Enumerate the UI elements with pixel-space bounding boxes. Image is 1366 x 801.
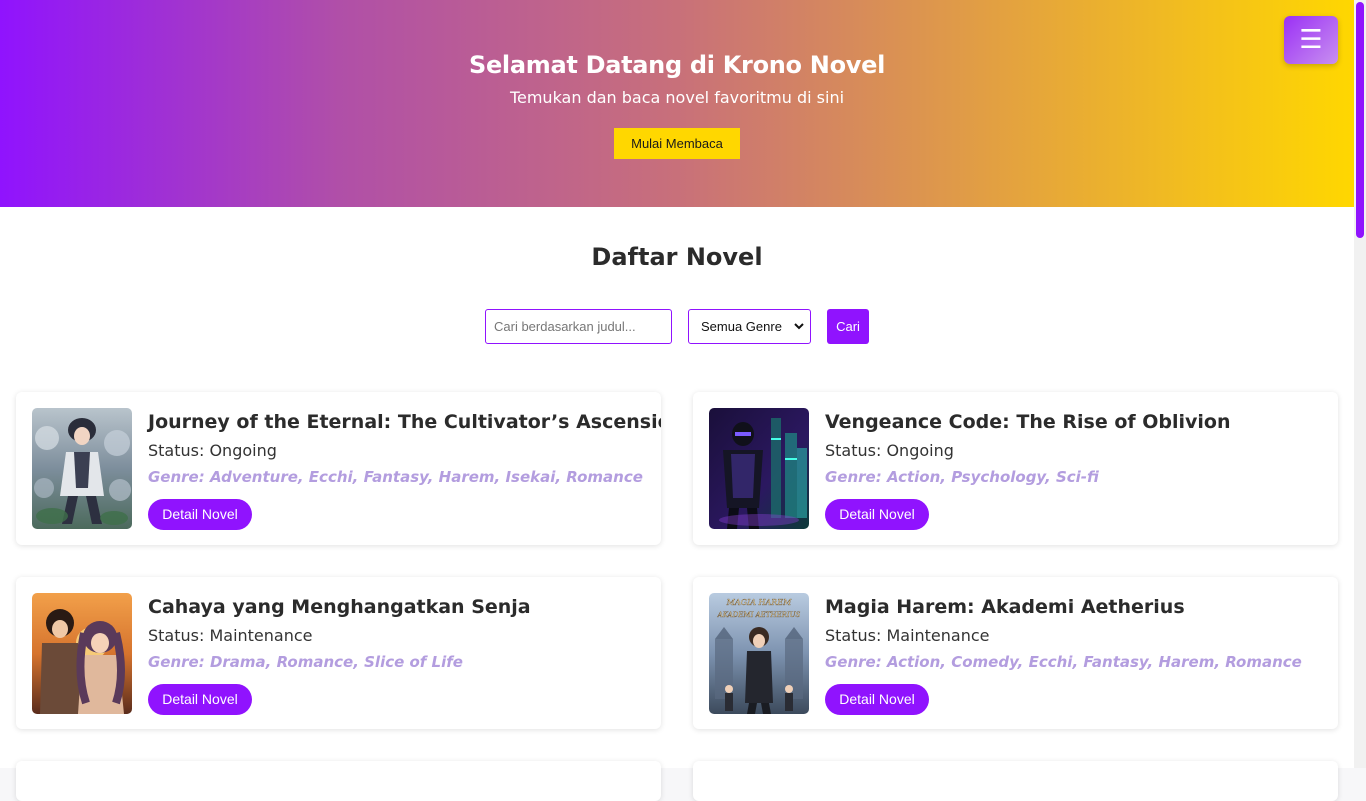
novel-genre: Genre: Adventure, Ecchi, Fantasy, Harem,… bbox=[148, 468, 643, 486]
scrollbar-thumb[interactable] bbox=[1356, 2, 1364, 238]
genre-select[interactable]: Semua Genre bbox=[688, 309, 811, 344]
novel-card: MAGIA HAREM AKADEMI AETHERIUS Magia Hare… bbox=[693, 577, 1338, 729]
cover-lettering: AKADEMI AETHERIUS bbox=[717, 611, 801, 619]
detail-novel-button[interactable]: Detail Novel bbox=[148, 684, 252, 715]
detail-novel-button[interactable]: Detail Novel bbox=[148, 499, 252, 530]
novel-title[interactable]: Vengeance Code: The Rise of Oblivion bbox=[825, 411, 1231, 433]
chevron-down-icon bbox=[794, 310, 804, 357]
hero-banner: Selamat Datang di Krono Novel Temukan da… bbox=[0, 0, 1354, 207]
detail-novel-button[interactable]: Detail Novel bbox=[825, 499, 929, 530]
hamburger-menu-button[interactable]: ☰ bbox=[1284, 16, 1338, 64]
section-title: Daftar Novel bbox=[591, 243, 763, 271]
novel-genre: Genre: Drama, Romance, Slice of Life bbox=[148, 653, 463, 671]
novel-cover-image[interactable]: MAGIA HAREM AKADEMI AETHERIUS bbox=[709, 593, 809, 714]
novel-card bbox=[693, 761, 1338, 801]
novel-cover-image[interactable] bbox=[32, 408, 132, 529]
hero-subtitle: Temukan dan baca novel favoritmu di sini bbox=[509, 88, 845, 107]
novel-status: Status: Maintenance bbox=[148, 626, 313, 645]
novel-title[interactable]: Journey of the Eternal: The Cultivator’s… bbox=[148, 411, 661, 433]
novel-status: Status: Ongoing bbox=[825, 441, 954, 460]
genre-select-value: Semua Genre bbox=[701, 319, 782, 334]
novel-title[interactable]: Cahaya yang Menghangatkan Senja bbox=[148, 596, 531, 618]
search-button[interactable]: Cari bbox=[827, 309, 869, 344]
novel-genre: Genre: Action, Comedy, Ecchi, Fantasy, H… bbox=[825, 653, 1302, 671]
novel-title[interactable]: Magia Harem: Akademi Aetherius bbox=[825, 596, 1185, 618]
search-input[interactable] bbox=[485, 309, 672, 344]
scrollbar[interactable] bbox=[1354, 0, 1366, 768]
start-reading-button[interactable]: Mulai Membaca bbox=[614, 128, 740, 159]
menu-icon: ☰ bbox=[1299, 25, 1323, 55]
novel-card: Vengeance Code: The Rise of Oblivion Sta… bbox=[693, 392, 1338, 545]
cover-lettering: MAGIA HAREM bbox=[726, 598, 792, 607]
novel-card: Cahaya yang Menghangatkan Senja Status: … bbox=[16, 577, 661, 729]
novel-card: Journey of the Eternal: The Cultivator’s… bbox=[16, 392, 661, 545]
novel-genre: Genre: Action, Psychology, Sci-fi bbox=[825, 468, 1099, 486]
novel-cover-image[interactable] bbox=[709, 408, 809, 529]
detail-novel-button[interactable]: Detail Novel bbox=[825, 684, 929, 715]
novel-cover-image[interactable] bbox=[32, 593, 132, 714]
hero-title: Selamat Datang di Krono Novel bbox=[468, 51, 886, 79]
novel-card bbox=[16, 761, 661, 801]
novel-status: Status: Maintenance bbox=[825, 626, 990, 645]
novel-status: Status: Ongoing bbox=[148, 441, 277, 460]
